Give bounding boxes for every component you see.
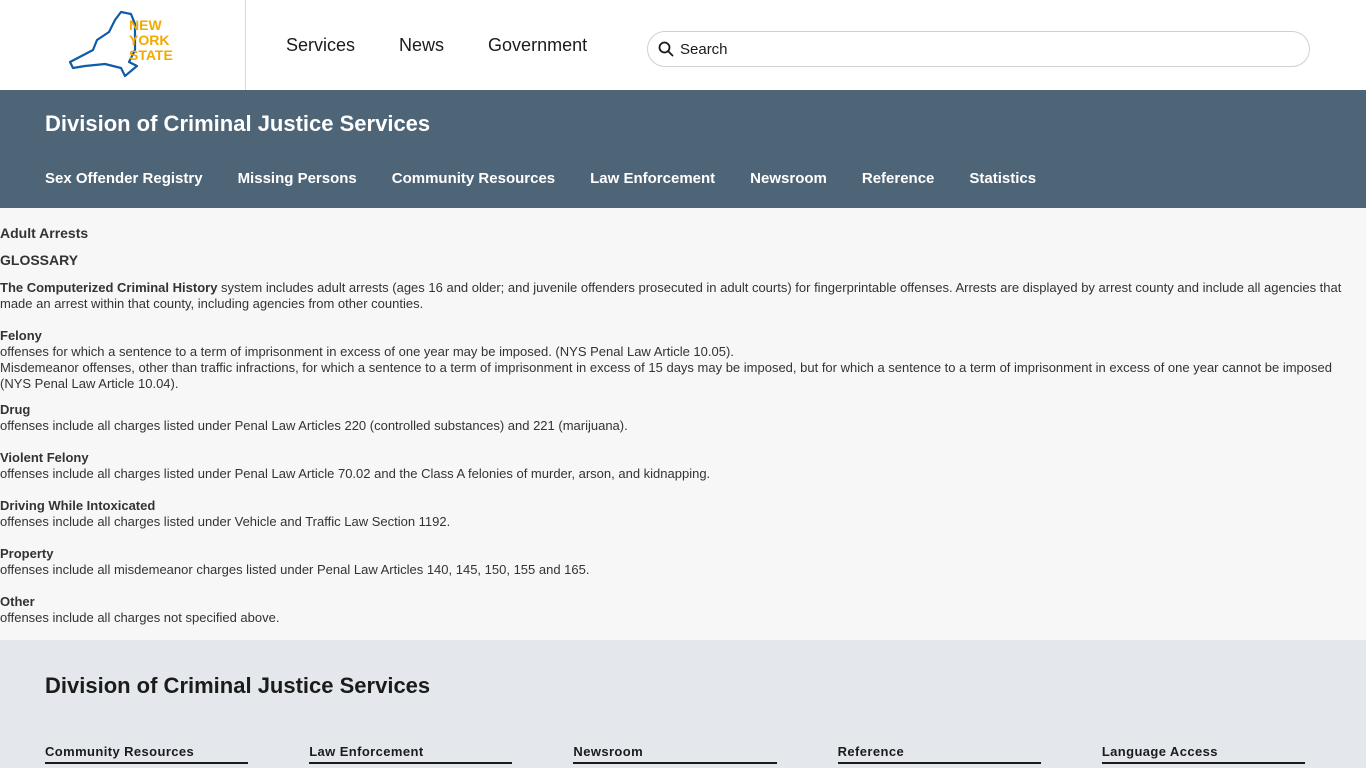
term-definition: offenses include all charges not specifi…	[0, 610, 280, 625]
glossary-term-drug: Drug offenses include all charges listed…	[0, 402, 1366, 434]
glossary-term-dwi: Driving While Intoxicated offenses inclu…	[0, 498, 1366, 530]
glossary-term-violent-felony: Violent Felony offenses include all char…	[0, 450, 1366, 482]
term-name: Violent Felony	[0, 450, 89, 465]
page-title: Adult Arrests	[0, 225, 89, 241]
term-definition: offenses include all misdemeanor charges…	[0, 562, 590, 577]
logo-text-york: YORK	[129, 32, 169, 48]
term-name: Drug	[0, 402, 31, 417]
global-header: NEW YORK STATE Services News Government	[0, 0, 1366, 90]
term-definition: offenses include all charges listed unde…	[0, 418, 628, 433]
term-definition: offenses for which a sentence to a term …	[0, 344, 734, 359]
agency-nav-law-enforcement[interactable]: Law Enforcement	[590, 170, 715, 187]
footer-col-law-enforcement[interactable]: Law Enforcement	[309, 744, 513, 764]
term-name: Driving While Intoxicated	[0, 498, 156, 513]
term-name: Property	[0, 546, 54, 561]
nys-logo[interactable]: NEW YORK STATE	[0, 0, 246, 90]
logo-text-new: NEW	[129, 17, 162, 33]
search-input[interactable]	[680, 40, 1280, 58]
term-definition: offenses include all charges listed unde…	[0, 466, 711, 481]
main-content: Adult Arrests GLOSSARY The Computerized …	[0, 208, 1366, 640]
agency-nav-sex-offender-registry[interactable]: Sex Offender Registry	[45, 170, 203, 187]
footer-col-language-access[interactable]: Language Access	[1101, 744, 1306, 764]
nys-map-logo-icon: NEW YORK STATE	[68, 10, 173, 78]
nav-news[interactable]: News	[399, 35, 444, 56]
term-definition: offenses include all charges listed unde…	[0, 514, 451, 529]
agency-nav-statistics[interactable]: Statistics	[969, 170, 1036, 187]
footer-title: Division of Criminal Justice Services	[45, 673, 431, 698]
global-nav: Services News Government	[286, 35, 631, 56]
agency-title[interactable]: Division of Criminal Justice Services	[45, 90, 1366, 170]
footer-col-community-resources[interactable]: Community Resources	[45, 744, 249, 764]
intro-bold: The Computerized Criminal History	[0, 280, 218, 295]
agency-nav: Sex Offender Registry Missing Persons Co…	[45, 170, 1366, 187]
agency-nav-reference[interactable]: Reference	[862, 170, 935, 187]
footer-columns: Community Resources Law Enforcement News…	[45, 744, 1366, 764]
agency-nav-community-resources[interactable]: Community Resources	[392, 170, 555, 187]
footer-col-newsroom[interactable]: Newsroom	[573, 744, 777, 764]
term-name: Felony	[0, 328, 42, 343]
glossary-heading: GLOSSARY	[0, 252, 79, 268]
glossary-intro: The Computerized Criminal History system…	[0, 280, 1366, 312]
term-definition: Misdemeanor offenses, other than traffic…	[0, 360, 1332, 391]
agency-nav-newsroom[interactable]: Newsroom	[750, 170, 827, 187]
glossary-term-felony: Felony offenses for which a sentence to …	[0, 328, 1366, 392]
glossary-term-property: Property offenses include all misdemeano…	[0, 546, 1366, 578]
search-icon[interactable]	[658, 41, 674, 57]
footer-col-reference[interactable]: Reference	[837, 744, 1041, 764]
agency-footer: Division of Criminal Justice Services Co…	[0, 640, 1366, 768]
term-name: Other	[0, 594, 35, 609]
agency-nav-missing-persons[interactable]: Missing Persons	[238, 170, 357, 187]
search-box	[647, 31, 1310, 67]
logo-text-state: STATE	[129, 47, 173, 63]
nav-government[interactable]: Government	[488, 35, 587, 56]
agency-header: Division of Criminal Justice Services Se…	[0, 90, 1366, 208]
glossary-term-other: Other offenses include all charges not s…	[0, 594, 1366, 626]
nav-services[interactable]: Services	[286, 35, 355, 56]
